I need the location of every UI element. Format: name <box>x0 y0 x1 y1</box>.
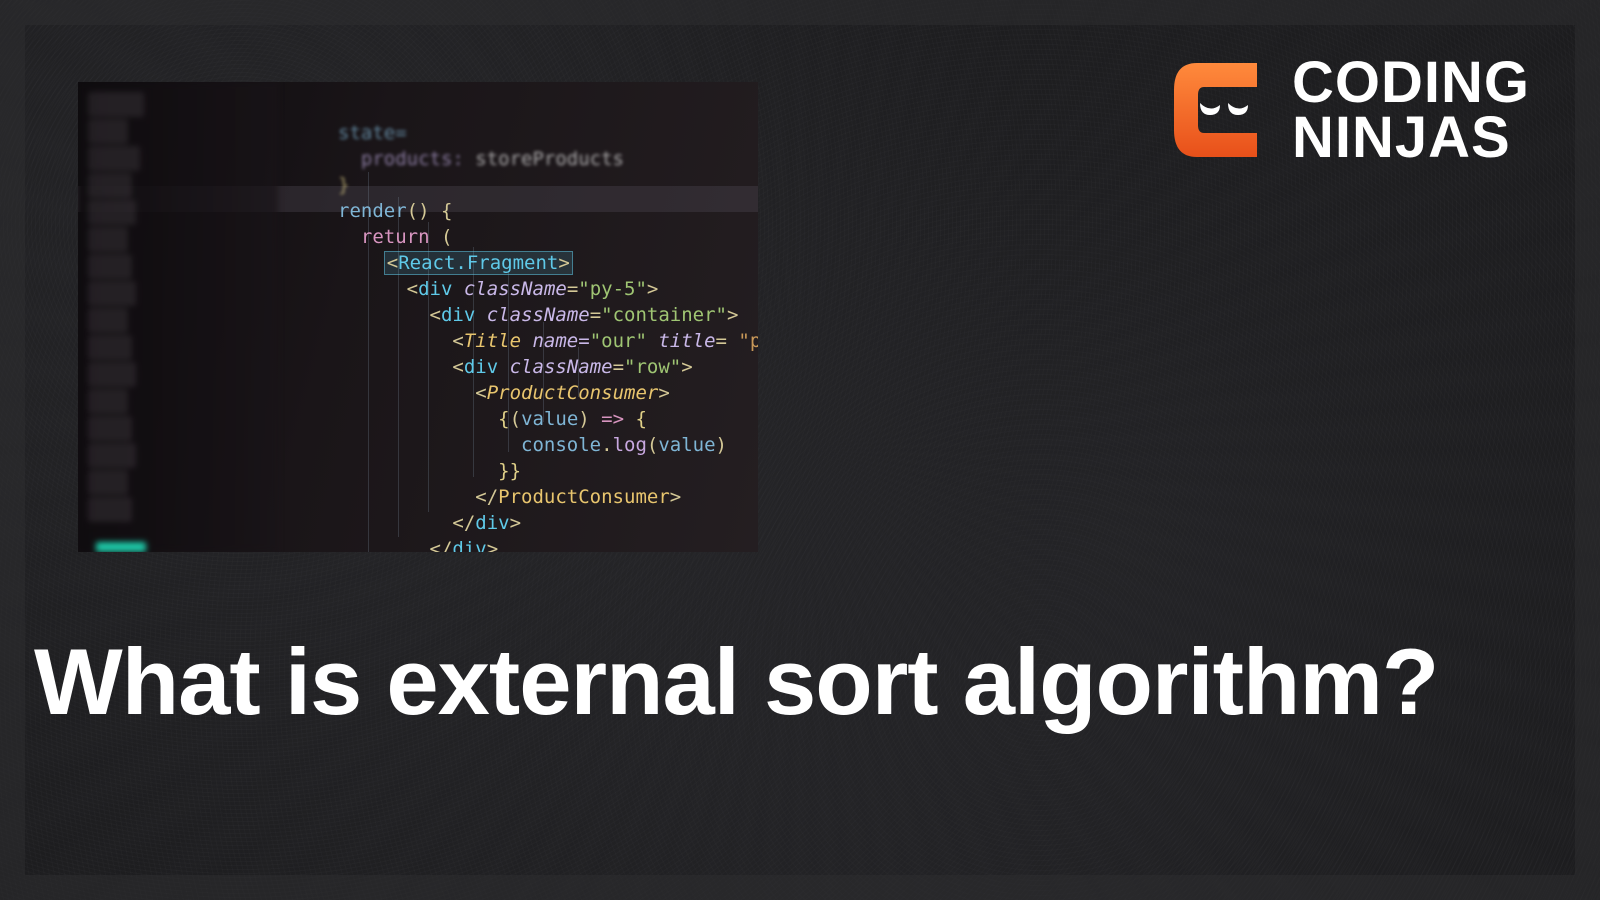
brand-text: CODING NINJAS <box>1292 55 1530 165</box>
code-gutter <box>78 82 278 552</box>
logo-mark-icon <box>1162 55 1272 165</box>
brand-logo: CODING NINJAS <box>1162 55 1530 165</box>
brand-line-1: CODING <box>1292 55 1530 110</box>
gutter-accent-icon <box>96 542 146 552</box>
headline-text: What is external sort algorithm? <box>34 628 1438 736</box>
code-content: state= products: storeProducts } render(… <box>338 94 758 552</box>
code-editor-panel: state= products: storeProducts } render(… <box>78 82 758 552</box>
brand-line-2: NINJAS <box>1292 110 1530 165</box>
